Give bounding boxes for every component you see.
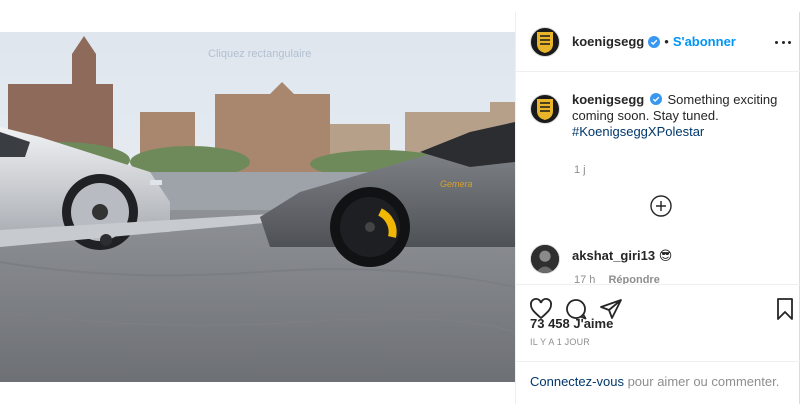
- avatar[interactable]: [530, 26, 560, 57]
- login-link[interactable]: Connectez-vous: [530, 374, 624, 389]
- reply-button[interactable]: Répondre: [608, 274, 659, 284]
- separator: •: [664, 34, 669, 49]
- verified-badge-icon: [648, 35, 661, 48]
- load-more-comments-button[interactable]: [650, 195, 672, 217]
- comments-section: koenigsegg Something exciting coming soo…: [516, 72, 800, 284]
- car-badge: Gemera: [440, 179, 473, 189]
- more-options-icon[interactable]: [775, 34, 791, 50]
- header-username[interactable]: koenigsegg: [572, 34, 644, 49]
- caption-username[interactable]: koenigsegg: [572, 92, 644, 107]
- comment-username[interactable]: akshat_giri13: [572, 248, 655, 263]
- comment-time: 17 h: [574, 274, 596, 284]
- login-prompt: Connectez-vous pour aimer ou commenter.: [516, 361, 800, 404]
- post-header: koenigsegg • S'abonner: [516, 12, 800, 72]
- post-dialog: Gemera Cliquez rectangulaire koenigsegg …: [0, 12, 800, 404]
- comment-emoji: 😎: [658, 248, 673, 263]
- post-side-panel: koenigsegg • S'abonner koenigsegg Someth…: [515, 12, 800, 404]
- post-image[interactable]: Gemera Cliquez rectangulaire: [0, 32, 515, 382]
- verified-badge-icon: [649, 93, 662, 105]
- avatar[interactable]: [530, 94, 560, 124]
- post-date: IL Y A 1 JOUR: [530, 337, 590, 347]
- likes-count[interactable]: 73 458 J'aime: [530, 316, 613, 331]
- avatar[interactable]: [530, 244, 560, 274]
- user-avatar-icon: [531, 245, 559, 273]
- caption-time: 1 j: [574, 164, 586, 176]
- bookmark-icon: [777, 298, 793, 320]
- koenigsegg-logo-icon: [537, 31, 553, 53]
- caption-text: koenigsegg Something exciting coming soo…: [572, 92, 790, 140]
- save-button[interactable]: [773, 297, 797, 321]
- comment-item: akshat_giri13 😎: [530, 244, 672, 274]
- car-photo: Gemera: [0, 32, 515, 382]
- follow-button[interactable]: S'abonner: [673, 34, 736, 49]
- comment-meta: 17 h Répondre: [574, 274, 670, 284]
- koenigsegg-logo-icon: [537, 99, 553, 120]
- caption-hashtag[interactable]: #KoenigseggXPolestar: [572, 124, 704, 139]
- caption: koenigsegg Something exciting coming soo…: [530, 92, 790, 140]
- login-prompt-text: pour aimer ou commenter.: [623, 374, 780, 389]
- comment-text: akshat_giri13 😎: [572, 248, 672, 264]
- plus-circle-icon: [650, 195, 672, 217]
